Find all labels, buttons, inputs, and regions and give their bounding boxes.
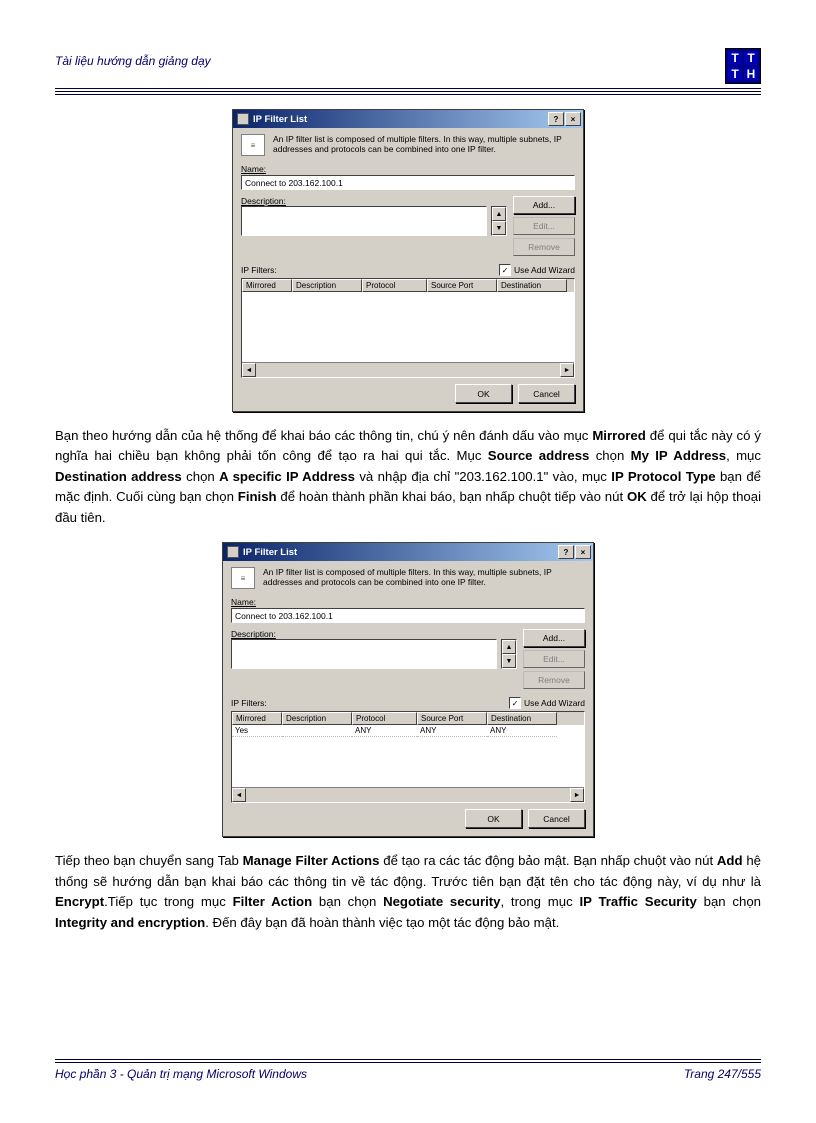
name-input[interactable]	[231, 608, 585, 623]
scroll-left-icon[interactable]: ◄	[242, 363, 256, 377]
footer-left: Học phần 3 - Quản trị mạng Microsoft Win…	[55, 1067, 307, 1081]
logo: T T T H	[725, 48, 761, 84]
header-rule	[55, 88, 761, 92]
remove-button: Remove	[513, 238, 575, 256]
name-input[interactable]	[241, 175, 575, 190]
close-button[interactable]: ×	[565, 112, 581, 126]
remove-button: Remove	[523, 671, 585, 689]
col-protocol[interactable]: Protocol	[362, 279, 427, 292]
scroll-up-icon[interactable]: ▲	[502, 640, 516, 654]
col-source-port[interactable]: Source Port	[427, 279, 497, 292]
ip-filter-list-dialog-2: IP Filter List ? × ≡ An IP filter list i…	[222, 542, 594, 837]
use-add-wizard-label: Use Add Wizard	[514, 265, 575, 275]
filter-list-icon: ≡	[231, 567, 255, 589]
description-input[interactable]	[241, 206, 487, 236]
filters-grid[interactable]: Mirrored Description Protocol Source Por…	[241, 278, 575, 378]
col-protocol[interactable]: Protocol	[352, 712, 417, 725]
dialog-intro-text: An IP filter list is composed of multipl…	[273, 134, 575, 154]
cell-source-port: ANY	[417, 725, 487, 737]
edit-button: Edit...	[513, 217, 575, 235]
cell-protocol: ANY	[352, 725, 417, 737]
description-label: Description:	[241, 196, 507, 206]
cancel-button[interactable]: Cancel	[518, 384, 575, 403]
ip-filters-label: IP Filters:	[241, 265, 277, 275]
ip-filter-list-dialog-1: IP Filter List ? × ≡ An IP filter list i…	[232, 109, 584, 412]
ok-button[interactable]: OK	[465, 809, 522, 828]
add-button[interactable]: Add...	[523, 629, 585, 647]
ip-filters-label: IP Filters:	[231, 698, 267, 708]
filters-grid[interactable]: Mirrored Description Protocol Source Por…	[231, 711, 585, 803]
scroll-down-icon[interactable]: ▼	[492, 221, 506, 235]
use-add-wizard-checkbox[interactable]: ✓ Use Add Wizard	[499, 264, 575, 276]
page-header-title: Tài liệu hướng dẫn giảng dạy	[55, 48, 211, 68]
paragraph-1: Bạn theo hướng dẫn của hệ thống để khai …	[55, 426, 761, 528]
dialog-intro-text: An IP filter list is composed of multipl…	[263, 567, 585, 587]
edit-button: Edit...	[523, 650, 585, 668]
checkbox-icon: ✓	[509, 697, 521, 709]
header-rule-thin	[55, 94, 761, 95]
logo-cell: H	[744, 67, 758, 81]
cancel-button[interactable]: Cancel	[528, 809, 585, 828]
description-input[interactable]	[231, 639, 497, 669]
logo-cell: T	[728, 67, 742, 81]
footer-page-number: Trang 247/555	[684, 1067, 761, 1081]
footer-rule	[55, 1059, 761, 1063]
name-label: Name:	[231, 597, 585, 607]
col-description[interactable]: Description	[292, 279, 362, 292]
horizontal-scrollbar[interactable]: ◄ ►	[232, 787, 584, 802]
scrollbar[interactable]: ▲ ▼	[491, 206, 507, 236]
cell-mirrored: Yes	[232, 725, 282, 737]
ok-button[interactable]: OK	[455, 384, 512, 403]
col-mirrored[interactable]: Mirrored	[242, 279, 292, 292]
help-button[interactable]: ?	[558, 545, 574, 559]
scroll-left-icon[interactable]: ◄	[232, 788, 246, 802]
titlebar[interactable]: IP Filter List ? ×	[223, 543, 593, 561]
help-button[interactable]: ?	[548, 112, 564, 126]
dialog-title: IP Filter List	[253, 114, 307, 125]
description-label: Description:	[231, 629, 517, 639]
scroll-down-icon[interactable]: ▼	[502, 654, 516, 668]
add-button[interactable]: Add...	[513, 196, 575, 214]
cell-destination: ANY	[487, 725, 557, 737]
scroll-right-icon[interactable]: ►	[560, 363, 574, 377]
col-source-port[interactable]: Source Port	[417, 712, 487, 725]
close-button[interactable]: ×	[575, 545, 591, 559]
logo-cell: T	[744, 51, 758, 65]
name-label: Name:	[241, 164, 575, 174]
dialog-icon	[237, 113, 249, 125]
dialog-title: IP Filter List	[243, 547, 297, 558]
use-add-wizard-checkbox[interactable]: ✓ Use Add Wizard	[509, 697, 585, 709]
scroll-right-icon[interactable]: ►	[570, 788, 584, 802]
table-row[interactable]: Yes ANY ANY ANY	[232, 725, 584, 737]
use-add-wizard-label: Use Add Wizard	[524, 698, 585, 708]
dialog-icon	[227, 546, 239, 558]
cell-description	[282, 725, 352, 737]
col-destination[interactable]: Destination	[497, 279, 567, 292]
col-description[interactable]: Description	[282, 712, 352, 725]
checkbox-icon: ✓	[499, 264, 511, 276]
paragraph-2: Tiếp theo bạn chuyển sang Tab Manage Fil…	[55, 851, 761, 933]
titlebar[interactable]: IP Filter List ? ×	[233, 110, 583, 128]
filter-list-icon: ≡	[241, 134, 265, 156]
col-mirrored[interactable]: Mirrored	[232, 712, 282, 725]
logo-cell: T	[728, 51, 742, 65]
col-destination[interactable]: Destination	[487, 712, 557, 725]
scrollbar[interactable]: ▲ ▼	[501, 639, 517, 669]
horizontal-scrollbar[interactable]: ◄ ►	[242, 362, 574, 377]
scroll-up-icon[interactable]: ▲	[492, 207, 506, 221]
